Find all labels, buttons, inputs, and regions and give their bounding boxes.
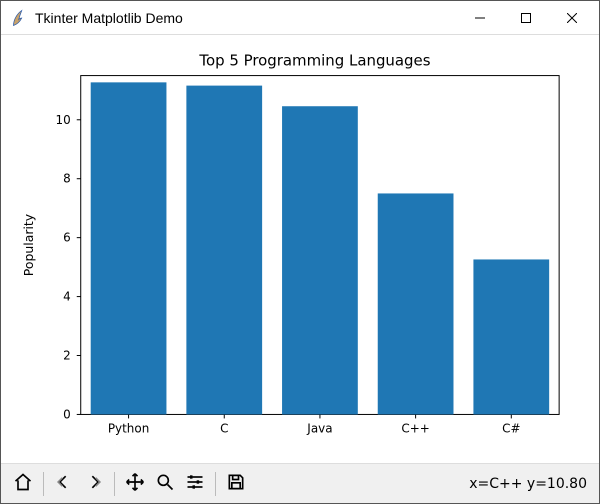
back-button[interactable]	[50, 470, 78, 498]
svg-text:C: C	[220, 421, 228, 435]
toolbar-separator	[43, 472, 44, 496]
bar-chart: Top 5 Programming Languages 0 2 4 6 8 10	[1, 35, 599, 463]
svg-text:0: 0	[63, 407, 71, 421]
save-icon	[226, 472, 246, 495]
save-button[interactable]	[222, 470, 250, 498]
svg-text:8: 8	[63, 172, 71, 186]
y-axis-label: Popularity	[21, 214, 36, 276]
svg-text:Java: Java	[306, 421, 332, 435]
svg-text:10: 10	[56, 113, 71, 127]
x-axis: Python C Java C++ C#	[108, 414, 521, 435]
zoom-icon	[155, 472, 175, 495]
toolbar-separator	[114, 472, 115, 496]
svg-text:Python: Python	[108, 421, 149, 435]
back-icon	[54, 472, 74, 495]
configure-icon	[185, 472, 205, 495]
y-axis: 0 2 4 6 8 10	[56, 113, 81, 422]
forward-icon	[84, 472, 104, 495]
svg-text:4: 4	[63, 290, 71, 304]
bar-cpp	[378, 193, 454, 414]
close-button[interactable]	[549, 3, 595, 33]
app-window: Tkinter Matplotlib Demo Top 5 Programmin…	[0, 0, 600, 504]
forward-button[interactable]	[80, 470, 108, 498]
titlebar: Tkinter Matplotlib Demo	[1, 1, 599, 35]
zoom-button[interactable]	[151, 470, 179, 498]
configure-subplots-button[interactable]	[181, 470, 209, 498]
maximize-button[interactable]	[503, 3, 549, 33]
bar-java	[282, 106, 358, 414]
bar-python	[91, 82, 167, 414]
chart-canvas[interactable]: Top 5 Programming Languages 0 2 4 6 8 10	[1, 35, 599, 463]
window-title: Tkinter Matplotlib Demo	[35, 10, 457, 26]
svg-text:C#: C#	[502, 421, 520, 435]
bars	[91, 82, 549, 414]
minimize-button[interactable]	[457, 3, 503, 33]
svg-text:C++: C++	[401, 421, 429, 435]
chart-title: Top 5 Programming Languages	[198, 52, 430, 70]
toolbar-separator	[215, 472, 216, 496]
svg-text:6: 6	[63, 231, 71, 245]
pan-button[interactable]	[121, 470, 149, 498]
tk-feather-icon	[9, 9, 27, 27]
home-icon	[13, 472, 33, 495]
home-button[interactable]	[9, 470, 37, 498]
pan-icon	[125, 472, 145, 495]
nav-toolbar: x=C++ y=10.80	[1, 463, 599, 503]
svg-text:2: 2	[63, 349, 71, 363]
coord-readout: x=C++ y=10.80	[469, 476, 591, 492]
bar-csharp	[473, 259, 549, 414]
bar-c	[186, 86, 262, 415]
